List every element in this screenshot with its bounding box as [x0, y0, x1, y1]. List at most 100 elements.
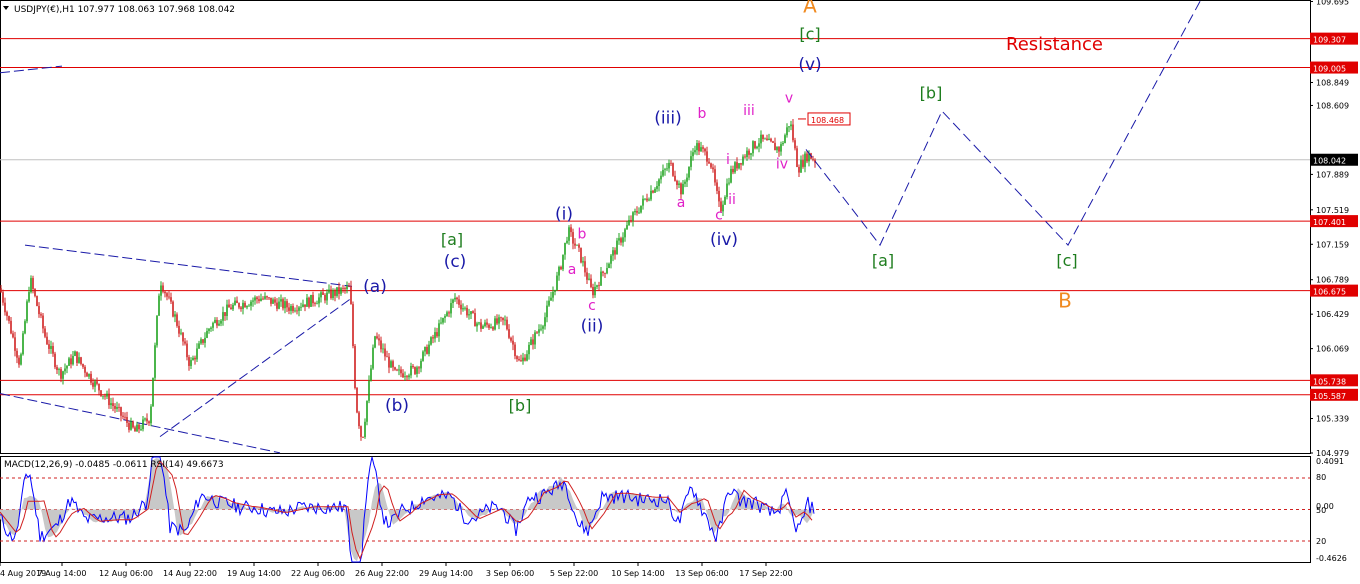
candle-body: [18, 357, 20, 365]
wave-label: (a): [363, 277, 387, 297]
indicator-tick-label: 20: [1316, 537, 1326, 546]
candle-body: [306, 297, 308, 307]
candle-body: [392, 361, 394, 368]
candle-body: [502, 317, 504, 321]
candle-body: [714, 169, 716, 183]
candle-body: [800, 160, 802, 173]
candle-body: [566, 240, 568, 243]
candle-body: [350, 286, 352, 305]
x-tick-label: 14 Aug 22:00: [163, 569, 217, 578]
candle-body: [678, 183, 680, 186]
candle-body: [362, 436, 364, 438]
candle-body: [606, 268, 608, 274]
x-tick-label: 17 Sep 22:00: [739, 569, 792, 578]
candle-body: [654, 188, 656, 193]
candle-body: [250, 301, 252, 306]
candle-body: [796, 148, 798, 167]
y-tick-label: 107.889: [1316, 170, 1349, 179]
candle-body: [412, 365, 414, 368]
candle-body: [616, 240, 618, 255]
candle-body: [12, 333, 14, 338]
candle-body: [428, 344, 430, 354]
candle-body: [198, 343, 200, 349]
price-chart: 108.468 A[c](v)viviiiiii(iii) bac(iv)(i)b…: [0, 0, 1360, 584]
candle-body: [78, 357, 80, 363]
candle-body: [138, 424, 140, 430]
candle-body: [650, 190, 652, 200]
candle-body: [426, 346, 428, 354]
candle-body: [60, 369, 62, 379]
candle-body: [132, 421, 134, 428]
candle-body: [366, 400, 368, 422]
candle-body: [662, 170, 664, 176]
candle-body: [174, 314, 176, 317]
candle-body: [244, 302, 246, 308]
candle-body: [28, 292, 30, 302]
candle-body: [544, 317, 546, 327]
candle-body: [666, 168, 668, 170]
candle-body: [170, 297, 172, 302]
candle-body: [112, 403, 114, 406]
candle-body: [450, 303, 452, 314]
candle-body: [788, 126, 790, 128]
candle-body: [152, 377, 154, 407]
candle-body: [644, 198, 646, 200]
candle-body: [562, 254, 564, 270]
candle-body: [436, 332, 438, 337]
candle-body: [728, 182, 730, 184]
candle-body: [580, 247, 582, 263]
candle-body: [706, 151, 708, 162]
candle-body: [160, 285, 162, 296]
candle-body: [416, 367, 418, 374]
candle-body: [124, 416, 126, 418]
candle-body: [472, 311, 474, 314]
candle-body: [630, 219, 632, 222]
candle-body: [512, 340, 514, 345]
wave-label: ii: [728, 192, 736, 208]
candle-body: [618, 238, 620, 241]
indicator-header: MACD(12,26,9) -0.0485 -0.0611 RSI(14) 49…: [4, 460, 224, 470]
candle-body: [70, 358, 72, 365]
candle-body: [218, 323, 220, 326]
wave-label: (b): [385, 396, 409, 416]
candle-body: [604, 272, 606, 274]
candle-body: [320, 292, 322, 298]
candle-body: [702, 147, 704, 149]
candle-body: [460, 304, 462, 310]
candle-body: [180, 332, 182, 334]
wave-label: A: [803, 0, 817, 17]
candle-body: [260, 298, 262, 301]
candle-body: [778, 147, 780, 152]
candle-body: [166, 293, 168, 297]
candle-body: [4, 302, 6, 313]
candle-body: [202, 339, 204, 343]
indicator-tick-label: 0.4091: [1316, 457, 1344, 466]
candle-body: [528, 344, 530, 355]
wave-label: B: [1058, 288, 1072, 312]
candle-body: [144, 418, 146, 420]
candle-body: [440, 322, 442, 324]
candle-body: [550, 297, 552, 301]
candle-body: [334, 290, 336, 296]
candle-body: [194, 357, 196, 360]
resistance-annotation: Resistance: [1006, 34, 1103, 55]
candle-body: [710, 163, 712, 168]
current-price-label: 108.042: [1313, 157, 1346, 166]
candle-body: [628, 219, 630, 226]
candle-body: [590, 278, 592, 288]
candle-body: [398, 369, 400, 371]
candle-body: [294, 310, 296, 312]
candle-body: [266, 296, 268, 298]
candle-body: [516, 356, 518, 360]
y-tick-label: 108.609: [1316, 101, 1349, 110]
candle-body: [272, 299, 274, 304]
candle-body: [586, 272, 588, 280]
candle-body: [232, 304, 234, 310]
candle-body: [342, 288, 344, 289]
candle-body: [148, 421, 150, 424]
candle-body: [68, 358, 70, 366]
candle-body: [24, 321, 26, 334]
candle-body: [382, 348, 384, 350]
candle-body: [642, 198, 644, 206]
candle-body: [344, 288, 346, 290]
